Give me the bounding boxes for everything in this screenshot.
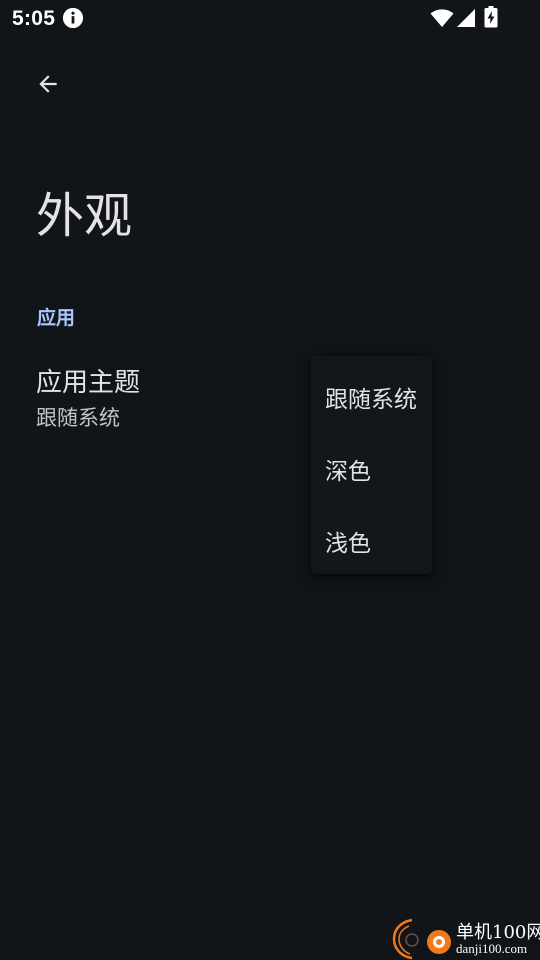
pref-title: 应用主题 [36,368,141,398]
status-time: 5:05 [12,7,56,30]
menu-item-light[interactable]: 浅色 [311,502,432,574]
menu-item-label: 浅色 [325,531,371,557]
menu-item-label: 深色 [325,459,371,485]
info-icon [62,7,84,29]
status-bar: 5:05 [0,0,540,36]
theme-popup-menu: 跟随系统 深色 浅色 [311,356,432,574]
page-title: 外观 [36,188,133,244]
pref-summary: 跟随系统 [36,406,120,430]
app-theme-preference[interactable]: 应用主题 跟随系统 [0,350,540,450]
watermark-url: danji100.com [456,941,528,956]
menu-item-label: 跟随系统 [325,387,417,413]
section-header-app: 应用 [37,307,76,329]
arrow-back-icon [39,75,57,93]
wifi-icon [430,9,454,27]
menu-item-dark[interactable]: 深色 [311,430,432,502]
watermark-logo-icon [392,918,451,960]
battery-charging-icon [484,6,498,28]
watermark: 单机100网 danji100.com [388,914,540,960]
cellular-signal-icon [457,9,475,27]
back-button[interactable] [24,60,72,108]
menu-item-follow-system[interactable]: 跟随系统 [311,358,432,430]
